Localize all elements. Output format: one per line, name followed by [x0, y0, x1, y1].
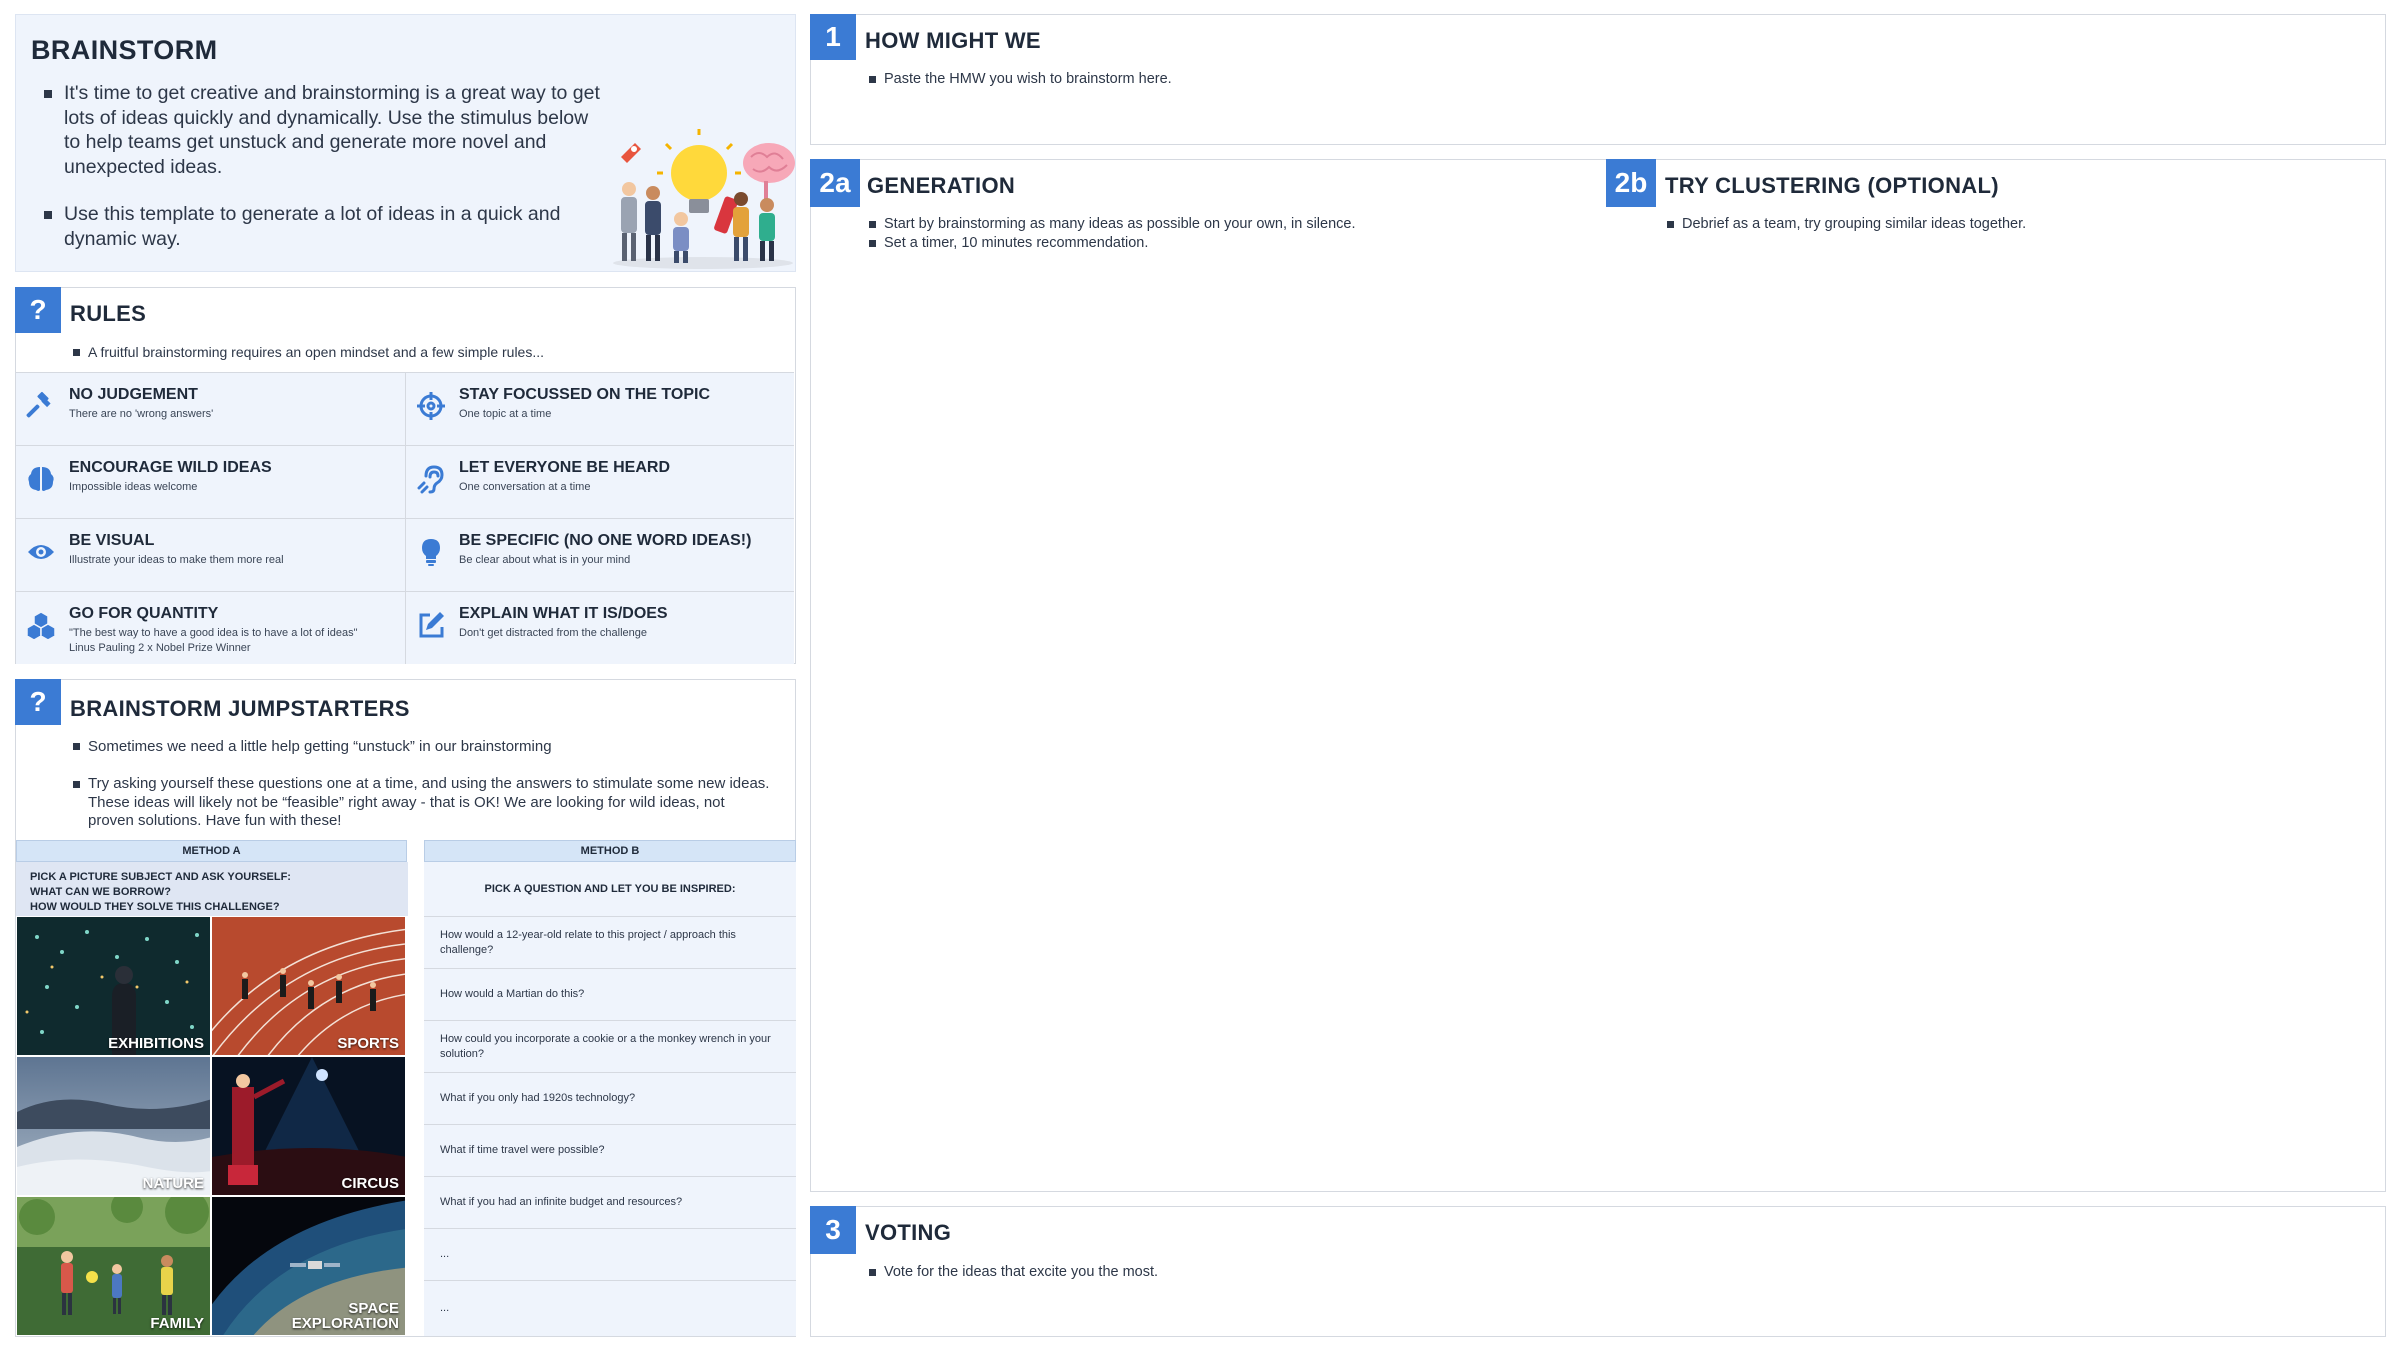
tile-label: CIRCUS — [341, 1175, 399, 1192]
rule-everyone-heard: LET EVERYONE BE HEARD One conversation a… — [406, 445, 794, 518]
rule-subtitle: There are no 'wrong answers' — [69, 408, 214, 420]
tile-label: EXHIBITIONS — [108, 1035, 204, 1052]
voting-title: VOTING — [865, 1220, 952, 1245]
crosshair-icon — [417, 392, 445, 420]
team-brainstorm-illustration — [613, 129, 795, 269]
rule-title: BE SPECIFIC (NO ONE WORD IDEAS!) — [459, 532, 752, 549]
hmw-bullet: Paste the HMW you wish to brainstorm her… — [869, 70, 1172, 89]
intro-title: BRAINSTORM — [31, 35, 218, 65]
brain-icon — [28, 467, 54, 491]
method-b-prompt: PICK A QUESTION AND LET YOU BE INSPIRED: — [424, 862, 796, 916]
clustering-title: TRY CLUSTERING (OPTIONAL) — [1665, 173, 1999, 198]
voting-badge: 3 — [810, 1206, 856, 1254]
lightbulb-icon — [422, 539, 440, 566]
method-b-header: METHOD B — [424, 840, 796, 862]
rule-be-visual: BE VISUAL Illustrate your ideas to make … — [16, 518, 406, 591]
method-a-prompt-line: WHAT CAN WE BORROW? — [30, 886, 171, 898]
cubes-icon — [26, 611, 56, 640]
rule-title: STAY FOCUSSED ON THE TOPIC — [459, 386, 711, 403]
tile-space-exploration[interactable]: SPACE EXPLORATION — [211, 1196, 406, 1336]
ear-icon — [417, 465, 444, 494]
tile-circus[interactable]: CIRCUS — [211, 1056, 406, 1196]
gavel-icon — [26, 391, 51, 418]
rule-title: ENCOURAGE WILD IDEAS — [69, 459, 272, 476]
jumpstarters-badge: ? — [15, 679, 61, 725]
rule-subtitle: Be clear about what is in your mind — [459, 554, 631, 566]
intro-bullet-1: It's time to get creative and brainstorm… — [44, 81, 604, 179]
rules-badge: ? — [15, 287, 61, 333]
rule-subtitle: Illustrate your ideas to make them more … — [69, 554, 284, 566]
rule-explain: EXPLAIN WHAT IT IS/DOES Don't get distra… — [406, 591, 794, 664]
jumpstarters-title: BRAINSTORM JUMPSTARTERS — [70, 696, 410, 721]
rules-grid: NO JUDGEMENT There are no 'wrong answers… — [16, 372, 794, 664]
jumpstarters-bullet-1: Sometimes we need a little help getting … — [73, 737, 773, 756]
rule-no-judgement: NO JUDGEMENT There are no 'wrong answers… — [16, 372, 406, 445]
rule-subtitle: Don't get distracted from the challenge — [459, 627, 647, 639]
clustering-bullet: Debrief as a team, try grouping similar … — [1667, 215, 2026, 234]
voting-bullet: Vote for the ideas that excite you the m… — [869, 1263, 1158, 1282]
rules-title: RULES — [70, 301, 147, 326]
clustering-badge: 2b — [1606, 159, 1656, 207]
rule-title: EXPLAIN WHAT IT IS/DOES — [459, 605, 668, 622]
voting-panel[interactable]: 3 VOTING Vote for the ideas that excite … — [810, 1206, 2386, 1337]
rule-title: BE VISUAL — [69, 532, 155, 549]
intro-panel: BRAINSTORM It's time to get creative and… — [15, 14, 796, 272]
rules-intro: A fruitful brainstorming requires an ope… — [73, 343, 544, 362]
rule-stay-focussed: STAY FOCUSSED ON THE TOPIC One topic at … — [406, 372, 794, 445]
rule-go-for-quantity: GO FOR QUANTITY "The best way to have a … — [16, 591, 406, 664]
how-might-we-panel[interactable]: 1 HOW MIGHT WE Paste the HMW you wish to… — [810, 14, 2386, 145]
rule-subtitle: "The best way to have a good idea is to … — [69, 627, 358, 654]
intro-bullet-2: Use this template to generate a lot of i… — [44, 202, 604, 251]
generation-title: GENERATION — [867, 173, 1016, 198]
rules-panel: ? RULES A fruitful brainstorming require… — [15, 287, 796, 664]
rule-wild-ideas: ENCOURAGE WILD IDEAS Impossible ideas we… — [16, 445, 406, 518]
tile-nature[interactable]: NATURE — [16, 1056, 211, 1196]
hmw-title: HOW MIGHT WE — [865, 28, 1041, 53]
question-item[interactable]: ... — [424, 1280, 796, 1336]
tile-sports[interactable]: SPORTS — [211, 916, 406, 1056]
eye-icon — [28, 545, 54, 559]
tile-label: FAMILY — [150, 1315, 204, 1332]
generation-badge: 2a — [810, 159, 860, 207]
hmw-badge: 1 — [810, 14, 856, 60]
method-a-prompt-line: PICK A PICTURE SUBJECT AND ASK YOURSELF: — [30, 871, 291, 883]
tile-label: SPACE EXPLORATION — [291, 1300, 399, 1332]
jumpstarters-bullet-2: Try asking yourself these questions one … — [73, 775, 773, 831]
rule-subtitle: One conversation at a time — [459, 481, 591, 493]
question-item[interactable]: How would a 12-year-old relate to this p… — [424, 916, 796, 968]
tile-label: NATURE — [142, 1175, 204, 1192]
generation-bullet-1: Start by brainstorming as many ideas as … — [869, 215, 1355, 234]
rule-title: NO JUDGEMENT — [69, 386, 198, 403]
rule-subtitle: One topic at a time — [459, 408, 552, 420]
edit-icon — [419, 612, 444, 638]
tile-exhibitions[interactable]: EXHIBITIONS — [16, 916, 211, 1056]
tile-label: SPORTS — [337, 1035, 399, 1052]
method-a-header: METHOD A — [16, 840, 407, 862]
question-item[interactable]: What if time travel were possible? — [424, 1124, 796, 1176]
rule-title: LET EVERYONE BE HEARD — [459, 459, 670, 476]
rule-subtitle: Impossible ideas welcome — [69, 481, 198, 493]
method-a-prompt: PICK A PICTURE SUBJECT AND ASK YOURSELF:… — [16, 862, 408, 916]
generation-panel[interactable]: 2a GENERATION Start by brainstorming as … — [810, 159, 2386, 1192]
question-item[interactable]: What if you only had 1920s technology? — [424, 1072, 796, 1124]
question-item[interactable]: How would a Martian do this? — [424, 968, 796, 1020]
question-item[interactable]: How could you incorporate a cookie or a … — [424, 1020, 796, 1072]
method-a-prompt-line: HOW WOULD THEY SOLVE THIS CHALLENGE? — [30, 901, 280, 913]
question-item[interactable]: ... — [424, 1228, 796, 1280]
question-item[interactable]: What if you had an infinite budget and r… — [424, 1176, 796, 1228]
generation-bullet-2: Set a timer, 10 minutes recommendation. — [869, 234, 1148, 253]
rule-be-specific: BE SPECIFIC (NO ONE WORD IDEAS!) Be clea… — [406, 518, 794, 591]
tile-family[interactable]: FAMILY — [16, 1196, 211, 1336]
rule-title: GO FOR QUANTITY — [69, 605, 219, 622]
